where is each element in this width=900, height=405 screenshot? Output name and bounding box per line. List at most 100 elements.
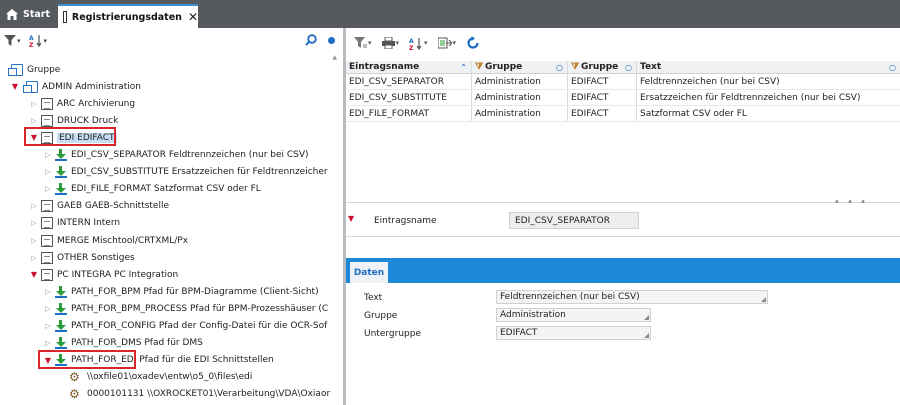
- download-icon: [55, 166, 67, 179]
- horizontal-splitter[interactable]: [346, 202, 900, 203]
- tree-item[interactable]: ▷ EDI_CSV_SUBSTITUTE Ersatzzeichen für Fe…: [44, 164, 328, 181]
- cell-untergruppe: EDIFACT: [568, 74, 637, 89]
- tree-item[interactable]: ▼ PC INTEGRA PC Integration: [30, 266, 178, 283]
- document-icon: [41, 234, 53, 247]
- tree-item[interactable]: ▷ PATH_FOR_BPM Pfad für BPM-Diagramme (Cl…: [44, 283, 319, 300]
- expand-arrow-icon[interactable]: ▷: [44, 151, 52, 159]
- tree-item[interactable]: ▼ ADMIN Administration: [11, 78, 141, 95]
- tab-start-label: Start: [23, 8, 51, 20]
- sort-az-icon[interactable]: A Z ▾: [409, 37, 428, 50]
- export-icon[interactable]: ▾: [437, 37, 456, 49]
- expand-arrow-icon[interactable]: ▷: [44, 288, 52, 296]
- close-icon[interactable]: ✕: [188, 10, 198, 24]
- cell-eintragsname: EDI_CSV_SEPARATOR: [346, 74, 472, 89]
- download-icon: [55, 183, 67, 196]
- tab-active-label: Registrierungsdaten: [71, 11, 182, 23]
- tree-item-label: PATH_FOR_BPM Pfad für BPM-Diagramme (Cli…: [71, 286, 319, 297]
- tree-item[interactable]: ▷ PATH_FOR_BPM_PROCESS Pfad für BPM-Proze…: [44, 300, 328, 317]
- tree-item[interactable]: ⚙ \\oxfile01\oxadev\entw\o5_0\files\edi: [66, 369, 252, 386]
- tree-item[interactable]: ⚙ 0000101131 \\OXROCKET01\Verarbeitung\VD…: [66, 386, 330, 403]
- expand-arrow-icon[interactable]: ▷: [44, 305, 52, 313]
- detail-label: Eintragsname: [374, 216, 437, 226]
- svg-text:Z: Z: [409, 45, 414, 50]
- tree-item[interactable]: Gruppe: [4, 61, 60, 78]
- circle-icon[interactable]: ○: [556, 63, 563, 72]
- tree-item-label: PC INTEGRA PC Integration: [57, 269, 179, 280]
- expand-arrow-icon[interactable]: ▷: [44, 339, 52, 347]
- expand-arrow-icon[interactable]: ▷: [30, 237, 38, 245]
- expand-arrow-icon[interactable]: ▷: [30, 202, 38, 210]
- filter-icon[interactable]: ▾: [4, 35, 21, 46]
- scroll-up-arrow[interactable]: ▲: [332, 54, 337, 61]
- tree-item[interactable]: ▷ EDI_FILE_FORMAT Satzformat CSV oder FL: [44, 181, 261, 198]
- grid-toolbar: ▾ ▾ A Z ▾ ▾: [346, 28, 900, 58]
- tree-item-label: 0000101131 \\OXROCKET01\Verarbeitung\VDA…: [87, 389, 331, 400]
- group-icon: [8, 63, 23, 76]
- download-icon: [55, 320, 67, 332]
- tree-item-label: INTERN Intern: [57, 218, 121, 229]
- document-icon: [41, 251, 53, 264]
- detail-value-field[interactable]: EDI_CSV_SEPARATOR: [509, 212, 639, 229]
- text-field[interactable]: Feldtrennzeichen (nur bei CSV): [496, 290, 768, 304]
- circle-icon[interactable]: ○: [625, 63, 632, 72]
- search-icon[interactable]: [305, 34, 317, 49]
- filter-icon[interactable]: ⧩: [571, 62, 579, 72]
- tree-item[interactable]: ▷ EDI_CSV_SEPARATOR Feldtrennzeichen (nur…: [44, 147, 309, 164]
- sort-up-icon[interactable]: ⌃: [460, 63, 467, 72]
- tree-item-label: EDI_CSV_SEPARATOR Feldtrennzeichen (nur …: [71, 150, 309, 160]
- sort-az-icon[interactable]: A Z ▾: [29, 34, 47, 47]
- tree-item[interactable]: ▷ GAEB GAEB-Schnittstelle: [30, 198, 169, 215]
- filter-icon[interactable]: ▾: [354, 37, 372, 49]
- expand-arrow-icon[interactable]: ▷: [44, 185, 52, 193]
- tree-item-label: OTHER Sonstiges: [57, 252, 135, 263]
- col-header-untergruppe[interactable]: ⧩ Gruppe ○: [568, 61, 637, 73]
- tree-item[interactable]: ▷ INTERN Intern: [30, 215, 120, 232]
- tab-start[interactable]: Start: [0, 0, 58, 28]
- collapse-arrow-icon[interactable]: ▼: [11, 82, 19, 91]
- svg-text:Z: Z: [29, 42, 34, 47]
- table-row[interactable]: EDI_FILE_FORMAT Administration EDIFACT S…: [346, 106, 900, 122]
- cell-eintragsname: EDI_FILE_FORMAT: [346, 106, 472, 121]
- col-header-gruppe[interactable]: ⧩ Gruppe ○: [472, 61, 568, 73]
- tab-registrierungsdaten[interactable]: Registrierungsdaten ✕: [58, 4, 198, 28]
- tree-item-label: PATH_FOR_DMS Pfad für DMS: [71, 338, 203, 349]
- collapse-arrow-icon[interactable]: ▼: [348, 214, 354, 223]
- divider: [346, 236, 900, 237]
- refresh-icon[interactable]: [466, 36, 480, 50]
- tree-item[interactable]: ▷ PATH_FOR_CONFIG Pfad der Config-Datei f…: [44, 318, 327, 335]
- tree-item[interactable]: ▷ MERGE Mischtool/CRTXML/Px: [30, 232, 188, 249]
- highlight-box: [24, 127, 116, 147]
- expand-arrow-icon[interactable]: ▷: [30, 254, 38, 262]
- print-icon[interactable]: ▾: [381, 37, 399, 49]
- tree-item-label: PATH_FOR_BPM_PROCESS Pfad für BPM-Prozes…: [71, 303, 329, 314]
- untergruppe-field[interactable]: EDIFACT: [496, 326, 651, 340]
- expand-arrow-icon[interactable]: ▷: [44, 322, 52, 330]
- expand-arrow-icon[interactable]: ▷: [30, 117, 38, 125]
- tree-item[interactable]: ▷ ARC Archivierung: [30, 95, 135, 112]
- cell-text: Satzformat CSV oder FL: [640, 108, 747, 119]
- filter-icon[interactable]: ⧩: [475, 62, 483, 72]
- cell-gruppe: Administration: [472, 106, 568, 121]
- document-icon: [41, 217, 53, 230]
- gruppe-field[interactable]: Administration: [496, 308, 651, 322]
- status-dot-icon[interactable]: [328, 37, 335, 44]
- expand-arrow-icon[interactable]: ▷: [30, 100, 38, 108]
- expand-arrow-icon[interactable]: ▷: [30, 219, 38, 227]
- col-header-text[interactable]: Text ○: [637, 61, 900, 73]
- download-icon: [55, 149, 67, 161]
- top-tab-bar: Start Registrierungsdaten ✕: [0, 0, 900, 28]
- table-row[interactable]: EDI_CSV_SUBSTITUTE Administration EDIFAC…: [346, 90, 900, 106]
- cell-eintragsname: EDI_CSV_SUBSTITUTE: [346, 90, 472, 105]
- circle-icon[interactable]: ○: [889, 63, 896, 72]
- collapse-arrow-icon[interactable]: ▼: [30, 270, 38, 279]
- download-icon: [55, 285, 67, 298]
- table-row[interactable]: EDI_CSV_SEPARATOR Administration EDIFACT…: [346, 74, 900, 90]
- field-label-text: Text: [364, 293, 383, 303]
- splitter-handle-icon[interactable]: • • •: [834, 197, 868, 208]
- expand-arrow-icon[interactable]: ▷: [44, 168, 52, 176]
- field-label-untergruppe: Untergruppe: [364, 329, 421, 339]
- tab-daten[interactable]: Daten: [350, 262, 388, 283]
- col-header-eintragsname[interactable]: Eintragsname ⌃: [346, 61, 472, 73]
- tree-item[interactable]: ▷ OTHER Sonstiges: [30, 249, 135, 266]
- data-tab-bar: Daten: [346, 258, 900, 283]
